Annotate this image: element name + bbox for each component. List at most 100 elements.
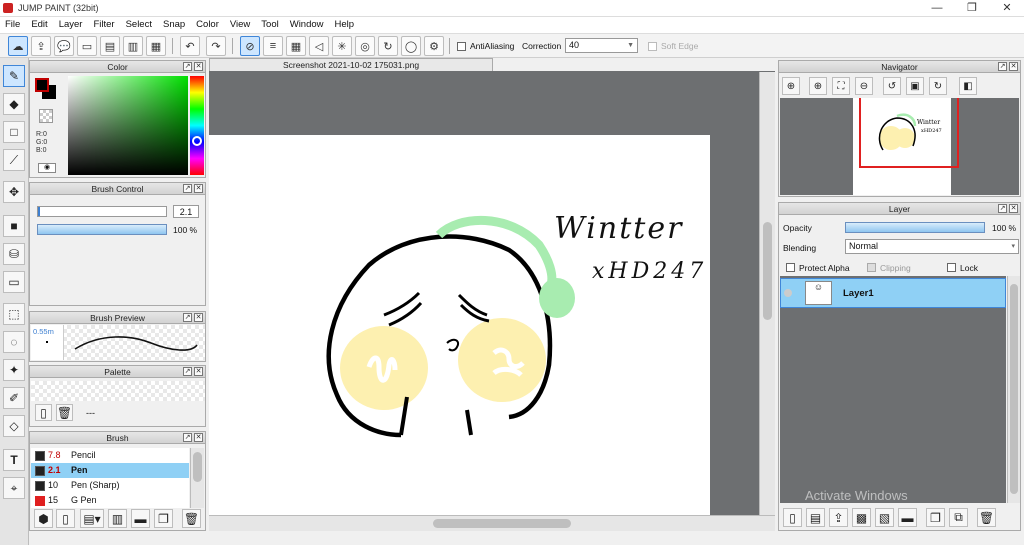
text-tool-icon[interactable]: T xyxy=(3,449,25,471)
merge-layer-icon[interactable]: ⧉ xyxy=(949,508,968,527)
blending-select[interactable]: Normal ▾ xyxy=(845,239,1019,254)
undock-icon[interactable]: ↗ xyxy=(183,313,192,322)
flip-icon[interactable]: ◧ xyxy=(959,77,977,95)
rotate-left-icon[interactable]: ↺ xyxy=(883,77,901,95)
close-icon[interactable]: ✕ xyxy=(194,62,203,71)
navigator-view[interactable]: Wintter xHD247 xyxy=(780,98,1019,195)
hue-slider[interactable] xyxy=(190,76,204,175)
undock-icon[interactable]: ↗ xyxy=(183,62,192,71)
move-tool-icon[interactable]: ✥ xyxy=(3,181,25,203)
lock-checkbox[interactable] xyxy=(947,263,956,272)
correction-select[interactable]: 40 ▼ xyxy=(565,38,638,53)
maximize-button[interactable]: ❐ xyxy=(955,0,989,16)
page-icon[interactable]: ▤ xyxy=(100,36,120,56)
hue-handle[interactable] xyxy=(192,136,202,146)
delete-layer-icon[interactable]: 🗑 xyxy=(977,508,996,527)
brush-settings-icon[interactable]: ▥ xyxy=(108,509,127,528)
brush-size-slider[interactable] xyxy=(37,206,167,217)
snap-curve-icon[interactable]: ↻ xyxy=(378,36,398,56)
menu-layer[interactable]: Layer xyxy=(54,17,89,33)
reset-view-icon[interactable]: ▣ xyxy=(906,77,924,95)
brush-new-icon[interactable]: ▯ xyxy=(56,509,75,528)
menu-color[interactable]: Color xyxy=(191,17,225,33)
menu-filter[interactable]: Filter xyxy=(88,17,120,33)
menu-edit[interactable]: Edit xyxy=(26,17,53,33)
new-raster-icon[interactable]: ▤ xyxy=(806,508,825,527)
antialiasing-checkbox[interactable] xyxy=(457,42,466,51)
menu-select[interactable]: Select xyxy=(121,17,158,33)
delete-palette-icon[interactable]: 🗑 xyxy=(56,404,73,421)
menu-window[interactable]: Window xyxy=(285,17,330,33)
brush-copy-icon[interactable]: ❐ xyxy=(154,509,173,528)
eyedropper-tool-icon[interactable]: ⌖ xyxy=(3,477,25,499)
export-icon[interactable]: ⇪ xyxy=(31,36,51,56)
scroll-thumb[interactable] xyxy=(193,452,202,482)
soft-edge-checkbox[interactable] xyxy=(648,42,657,51)
layer-list-scrollbar[interactable] xyxy=(1007,276,1020,503)
protect-alpha-checkbox[interactable] xyxy=(786,263,795,272)
palette-swatches[interactable] xyxy=(31,381,205,401)
close-icon[interactable]: ✕ xyxy=(1009,62,1018,71)
undock-icon[interactable]: ↗ xyxy=(183,367,192,376)
bucket-tool-icon[interactable]: ⛁ xyxy=(3,243,25,265)
snap-circle-icon[interactable]: ◎ xyxy=(355,36,375,56)
snap-settings-icon[interactable]: ⚙ xyxy=(424,36,444,56)
menu-tool[interactable]: Tool xyxy=(256,17,284,33)
menu-snap[interactable]: Snap xyxy=(158,17,191,33)
duplicate-layer-icon[interactable]: ❐ xyxy=(926,508,945,527)
brush-item-pen[interactable]: 2.1 Pen xyxy=(31,463,189,478)
layer-folder-icon[interactable]: ▬ xyxy=(898,508,917,527)
brush-delete-icon[interactable]: 🗑 xyxy=(182,509,201,528)
snap-radial-icon[interactable]: ✳ xyxy=(332,36,352,56)
brush-opacity-slider[interactable] xyxy=(37,224,167,235)
canvas-horizontal-scrollbar[interactable] xyxy=(209,515,775,531)
close-icon[interactable]: ✕ xyxy=(194,184,203,193)
close-icon[interactable]: ✕ xyxy=(1009,204,1018,213)
brush-folder-icon[interactable]: ▬ xyxy=(131,509,150,528)
brush-item-pencil[interactable]: 7.8 Pencil xyxy=(31,448,189,463)
undock-icon[interactable]: ↗ xyxy=(998,62,1007,71)
saturation-value-field[interactable] xyxy=(68,76,188,175)
fill-rect-tool-icon[interactable]: ■ xyxy=(3,215,25,237)
canvas-vertical-scrollbar[interactable] xyxy=(759,72,775,515)
close-icon[interactable]: ✕ xyxy=(194,367,203,376)
brush-list-scrollbar[interactable] xyxy=(190,448,204,508)
rotate-right-icon[interactable]: ↻ xyxy=(929,77,947,95)
brush-menu-icon[interactable]: ▤▾ xyxy=(80,509,104,528)
redo-icon[interactable]: ↷ xyxy=(206,36,226,56)
layer-opacity-slider[interactable] xyxy=(845,222,985,233)
settings-icon[interactable]: ▦ xyxy=(146,36,166,56)
snap-parallel-icon[interactable]: ≡ xyxy=(263,36,283,56)
foreground-color-swatch[interactable] xyxy=(35,78,49,92)
select-rect-tool-icon[interactable]: ⬚ xyxy=(3,303,25,325)
eraser-tool-icon[interactable]: ◆ xyxy=(3,93,25,115)
navigator-viewport-rect[interactable] xyxy=(859,98,959,168)
fit-screen-icon[interactable]: ⛶ xyxy=(832,77,850,95)
new-layer-icon[interactable]: ▯ xyxy=(783,508,802,527)
layer-row-layer1[interactable]: ☺ Layer1 xyxy=(780,278,1006,308)
gradient-tool-icon[interactable]: ▭ xyxy=(3,271,25,293)
brush-item-g-pen[interactable]: 15 G Pen xyxy=(31,493,189,508)
layer-scroll-thumb[interactable] xyxy=(1010,284,1018,494)
pen-tool-icon[interactable]: ✎ xyxy=(3,65,25,87)
zoom-in-2-icon[interactable]: ⊕ xyxy=(809,77,827,95)
menu-help[interactable]: Help xyxy=(330,17,361,33)
document-tab[interactable]: Screenshot 2021-10-02 175031.png xyxy=(209,58,493,72)
brush-size-value[interactable]: 2.1 xyxy=(173,205,199,218)
comment-icon[interactable]: 💬 xyxy=(54,36,74,56)
brush-item-pen-sharp[interactable]: 10 Pen (Sharp) xyxy=(31,478,189,493)
line-tool-icon[interactable]: ⟋ xyxy=(3,149,25,171)
magic-wand-tool-icon[interactable]: ✦ xyxy=(3,359,25,381)
close-button[interactable]: ✕ xyxy=(990,0,1024,16)
new-palette-icon[interactable]: ▯ xyxy=(35,404,52,421)
layer-mask-icon[interactable]: ▩ xyxy=(852,508,871,527)
vertical-scroll-thumb[interactable] xyxy=(763,222,772,320)
zoom-out-icon[interactable]: ⊖ xyxy=(855,77,873,95)
snap-grid-icon[interactable]: ▦ xyxy=(286,36,306,56)
transparent-color-swatch[interactable] xyxy=(39,109,53,123)
cloud-icon[interactable]: ☁ xyxy=(8,36,28,56)
menu-view[interactable]: View xyxy=(225,17,256,33)
brush-add-icon[interactable]: ⬢ xyxy=(34,509,53,528)
select-eraser-tool-icon[interactable]: ◇ xyxy=(3,415,25,437)
select-pen-tool-icon[interactable]: ✐ xyxy=(3,387,25,409)
